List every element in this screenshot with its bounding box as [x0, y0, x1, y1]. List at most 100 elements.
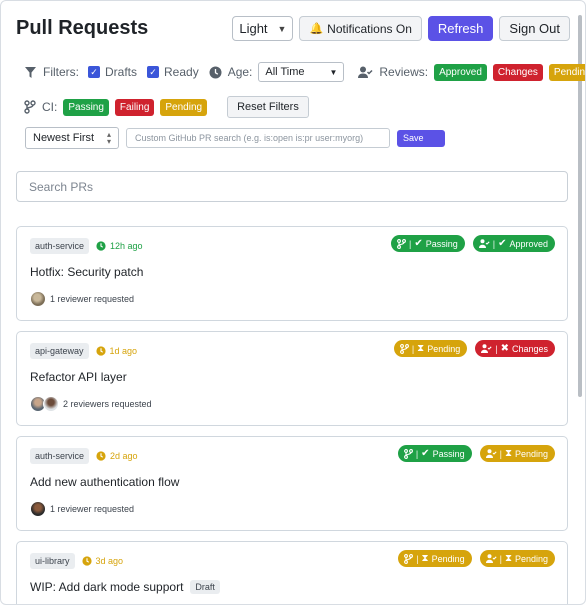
- git-branch-icon: [404, 553, 414, 564]
- status-badges: | ⧗ Pending | ✖ Changes: [393, 340, 555, 357]
- search-options-row: Newest First ▴ ▾ Custom GitHub PR search …: [25, 127, 445, 149]
- separator: |: [408, 238, 412, 249]
- repo-tag: auth-service: [30, 448, 90, 464]
- pr-card-meta: auth-service 12h ago: [30, 238, 143, 254]
- review-status-text: Approved: [509, 238, 548, 249]
- save-search-button[interactable]: Save: [397, 129, 445, 147]
- pr-card-meta: api-gateway 1d ago: [30, 343, 137, 359]
- clock-icon: [96, 451, 106, 461]
- close-icon: ✖: [500, 342, 509, 354]
- ci-filter-failing[interactable]: Failing: [114, 98, 155, 116]
- reviewer-avatars: [30, 396, 59, 412]
- reset-filters-button[interactable]: Reset Filters: [227, 96, 309, 118]
- github-search-input[interactable]: Custom GitHub PR search (e.g. is:open is…: [126, 128, 390, 148]
- status-badges: | ⧗ Pending | ⧗ Pending: [398, 550, 555, 567]
- chevron-down-icon: ▼: [277, 23, 287, 34]
- user-check-icon: [478, 239, 490, 248]
- sign-out-button[interactable]: Sign Out: [499, 16, 570, 41]
- pr-title[interactable]: Add new authentication flow: [30, 475, 179, 489]
- reviewers: 1 reviewer requested: [30, 291, 134, 307]
- status-badges: | ✔ Passing | ⧗ Pending: [397, 445, 555, 462]
- separator: |: [411, 343, 415, 354]
- sort-select-value: Newest First: [33, 132, 95, 144]
- theme-select[interactable]: Light ▼: [232, 16, 294, 41]
- ci-status-badge: | ✔ Passing: [390, 235, 465, 252]
- avatar: [43, 396, 59, 412]
- review-status-badge: | ⧗ Pending: [479, 550, 555, 567]
- review-filter-approved[interactable]: Approved: [434, 63, 487, 81]
- ready-label: Ready: [164, 65, 199, 79]
- drafts-checkbox[interactable]: ✓ Drafts: [88, 65, 137, 79]
- pr-title[interactable]: WIP: Add dark mode support Draft: [30, 580, 220, 594]
- page-title: Pull Requests: [16, 17, 149, 39]
- repo-tag: api-gateway: [30, 343, 89, 359]
- user-check-icon: [358, 66, 373, 78]
- pr-title-text: Refactor API layer: [30, 370, 127, 384]
- pr-title-text: Hotfix: Security patch: [30, 265, 144, 279]
- ci-filter-pending[interactable]: Pending: [160, 98, 208, 116]
- clock-icon: [209, 66, 222, 78]
- filter-row: Filters: ✓ Drafts ✓ Ready Age: All Time …: [24, 62, 585, 82]
- pr-age-text: 3d ago: [95, 556, 124, 566]
- search-input[interactable]: Search PRs: [16, 171, 568, 202]
- pr-card[interactable]: auth-service 2d ago Add new authenticati…: [16, 436, 568, 531]
- check-icon: ✔: [498, 237, 507, 249]
- ci-filter-passing[interactable]: Passing: [63, 98, 109, 116]
- checkbox-checked-icon: ✓: [88, 66, 100, 78]
- clock-icon: [81, 556, 92, 566]
- pr-age: 2d ago: [96, 451, 138, 461]
- repo-tag: auth-service: [30, 238, 90, 254]
- separator: |: [492, 238, 496, 249]
- app-window: Pull Requests Light ▼ 🔔 Notifications On…: [0, 0, 586, 605]
- ci-status-text: Passing: [425, 238, 458, 249]
- chevron-down-icon: ▼: [329, 67, 338, 77]
- clock-icon: [96, 241, 106, 251]
- hourglass-icon: ⧗: [421, 552, 429, 564]
- avatar: [30, 291, 46, 307]
- sort-select[interactable]: Newest First ▴ ▾: [25, 127, 119, 149]
- pr-age-text: 2d ago: [110, 451, 138, 461]
- theme-select-value: Light: [239, 21, 268, 36]
- pr-card[interactable]: auth-service 12h ago Hotfix: Security pa…: [16, 226, 568, 321]
- separator: |: [499, 448, 502, 459]
- ready-checkbox[interactable]: ✓ Ready: [147, 65, 199, 79]
- ci-status-text: Pending: [427, 343, 461, 354]
- git-branch-icon: [399, 343, 409, 354]
- user-check-icon: [481, 344, 492, 353]
- review-status-text: Pending: [514, 448, 548, 459]
- bell-icon: 🔔: [309, 23, 324, 35]
- pr-title[interactable]: Hotfix: Security patch: [30, 265, 143, 279]
- drafts-label: Drafts: [105, 65, 138, 79]
- git-branch-icon: [403, 448, 413, 459]
- reviewers-text: 1 reviewer requested: [50, 504, 135, 514]
- refresh-button[interactable]: Refresh: [427, 16, 494, 41]
- review-filter-changes[interactable]: Changes: [492, 63, 543, 81]
- ci-status-badge: | ✔ Passing: [397, 445, 472, 462]
- hourglass-icon: ⧗: [417, 342, 425, 354]
- pr-title[interactable]: Refactor API layer: [30, 370, 127, 384]
- ci-status-text: Pending: [431, 553, 465, 564]
- review-status-text: Changes: [511, 343, 548, 354]
- user-check-icon: [485, 554, 497, 563]
- notifications-button[interactable]: 🔔 Notifications On: [299, 16, 422, 41]
- status-badges: | ✔ Passing | ✔ Approved: [390, 235, 555, 252]
- hourglass-icon: ⧗: [504, 447, 512, 459]
- pr-age: 12h ago: [96, 241, 143, 251]
- age-select[interactable]: All Time ▼: [258, 62, 345, 82]
- git-branch-icon: [397, 238, 406, 249]
- separator: |: [499, 553, 502, 564]
- filters-label: Filters:: [43, 65, 79, 79]
- sort-icon: ▴ ▾: [106, 130, 111, 146]
- filter-icon: [25, 66, 36, 78]
- separator: |: [495, 343, 498, 354]
- pr-card[interactable]: ui-library 3d ago WIP: Add dark mode sup…: [16, 541, 568, 604]
- review-filter-pending[interactable]: Pending: [548, 63, 585, 81]
- pr-card[interactable]: api-gateway 1d ago Refactor API layer 2 …: [16, 331, 568, 426]
- reviewers: 2 reviewers requested: [30, 396, 152, 412]
- separator: |: [415, 448, 419, 459]
- hourglass-icon: ⧗: [504, 552, 512, 564]
- age-label: Age:: [227, 65, 253, 79]
- notifications-label: Notifications On: [327, 21, 412, 36]
- review-status-badge: | ⧗ Pending: [479, 445, 555, 462]
- ci-status-badge: | ⧗ Pending: [393, 340, 468, 357]
